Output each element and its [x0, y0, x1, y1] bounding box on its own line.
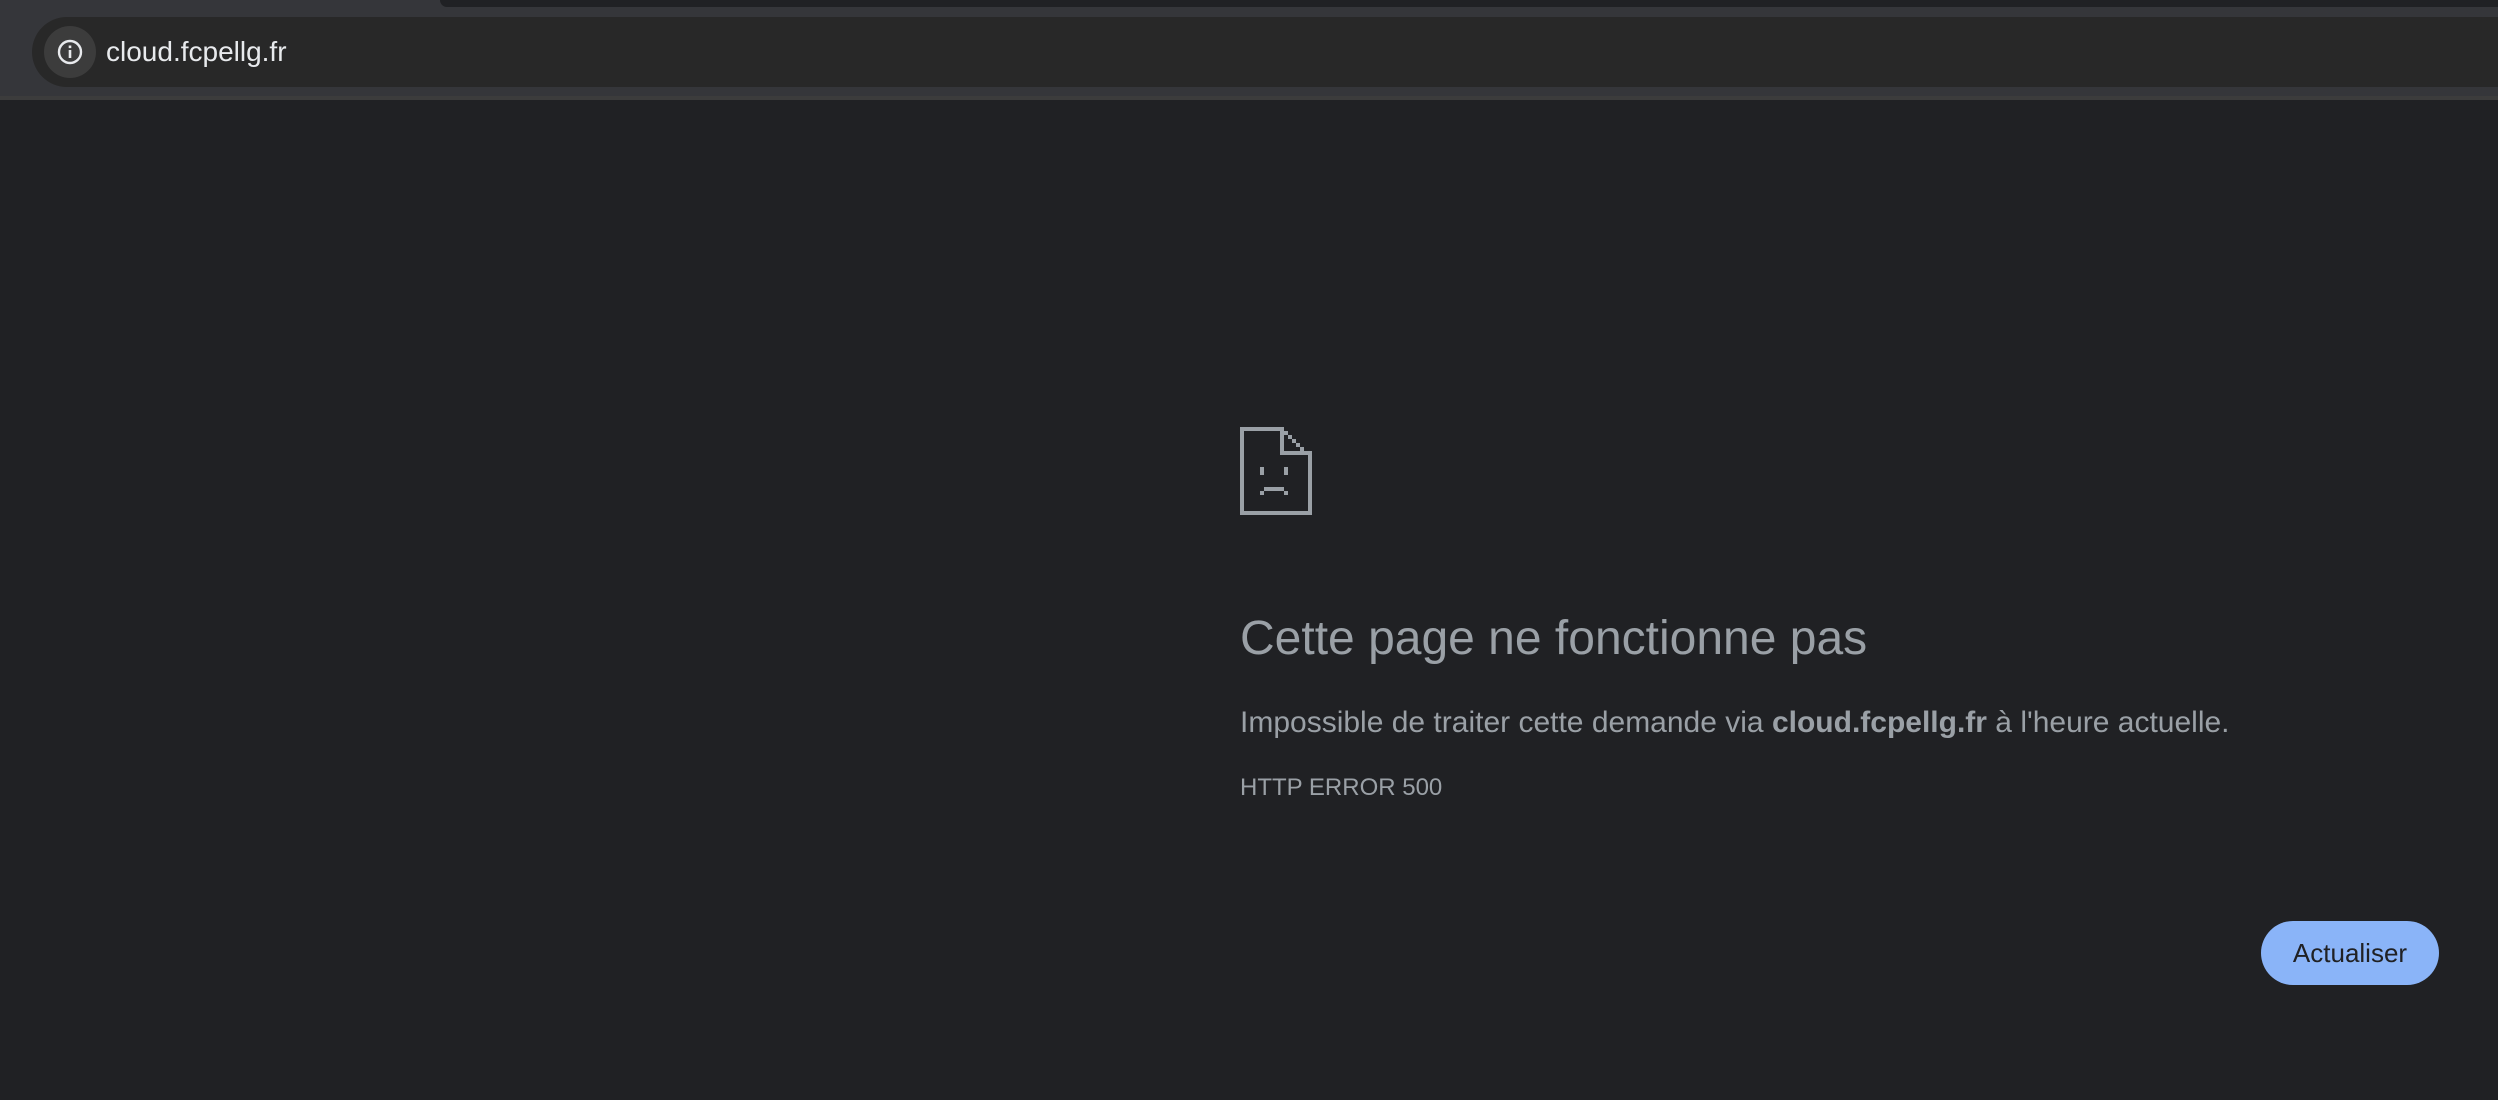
- error-summary: Impossible de traiter cette demande via …: [1240, 703, 2440, 743]
- error-code: HTTP ERROR 500: [1240, 774, 1443, 801]
- error-content: Cette page ne fonctionne pas Impossible …: [1240, 427, 2440, 803]
- address-bar[interactable]: cloud.fcpellg.fr: [32, 17, 2498, 87]
- reload-button[interactable]: Actualiser: [2261, 921, 2439, 985]
- summary-prefix: Impossible de traiter cette demande via: [1240, 706, 1772, 739]
- tab-strip: [440, 0, 2498, 7]
- sad-document-icon: [1240, 427, 1312, 515]
- error-headline: Cette page ne fonctionne pas: [1240, 612, 1868, 665]
- toolbar-divider: [0, 96, 2498, 100]
- info-icon: [57, 39, 83, 65]
- summary-host: cloud.fcpellg.fr: [1771, 706, 1987, 739]
- site-info-button[interactable]: [44, 26, 96, 78]
- summary-suffix: à l'heure actuelle.: [1986, 706, 2230, 739]
- url-text[interactable]: cloud.fcpellg.fr: [106, 17, 287, 87]
- browser-toolbar: cloud.fcpellg.fr: [0, 0, 2498, 100]
